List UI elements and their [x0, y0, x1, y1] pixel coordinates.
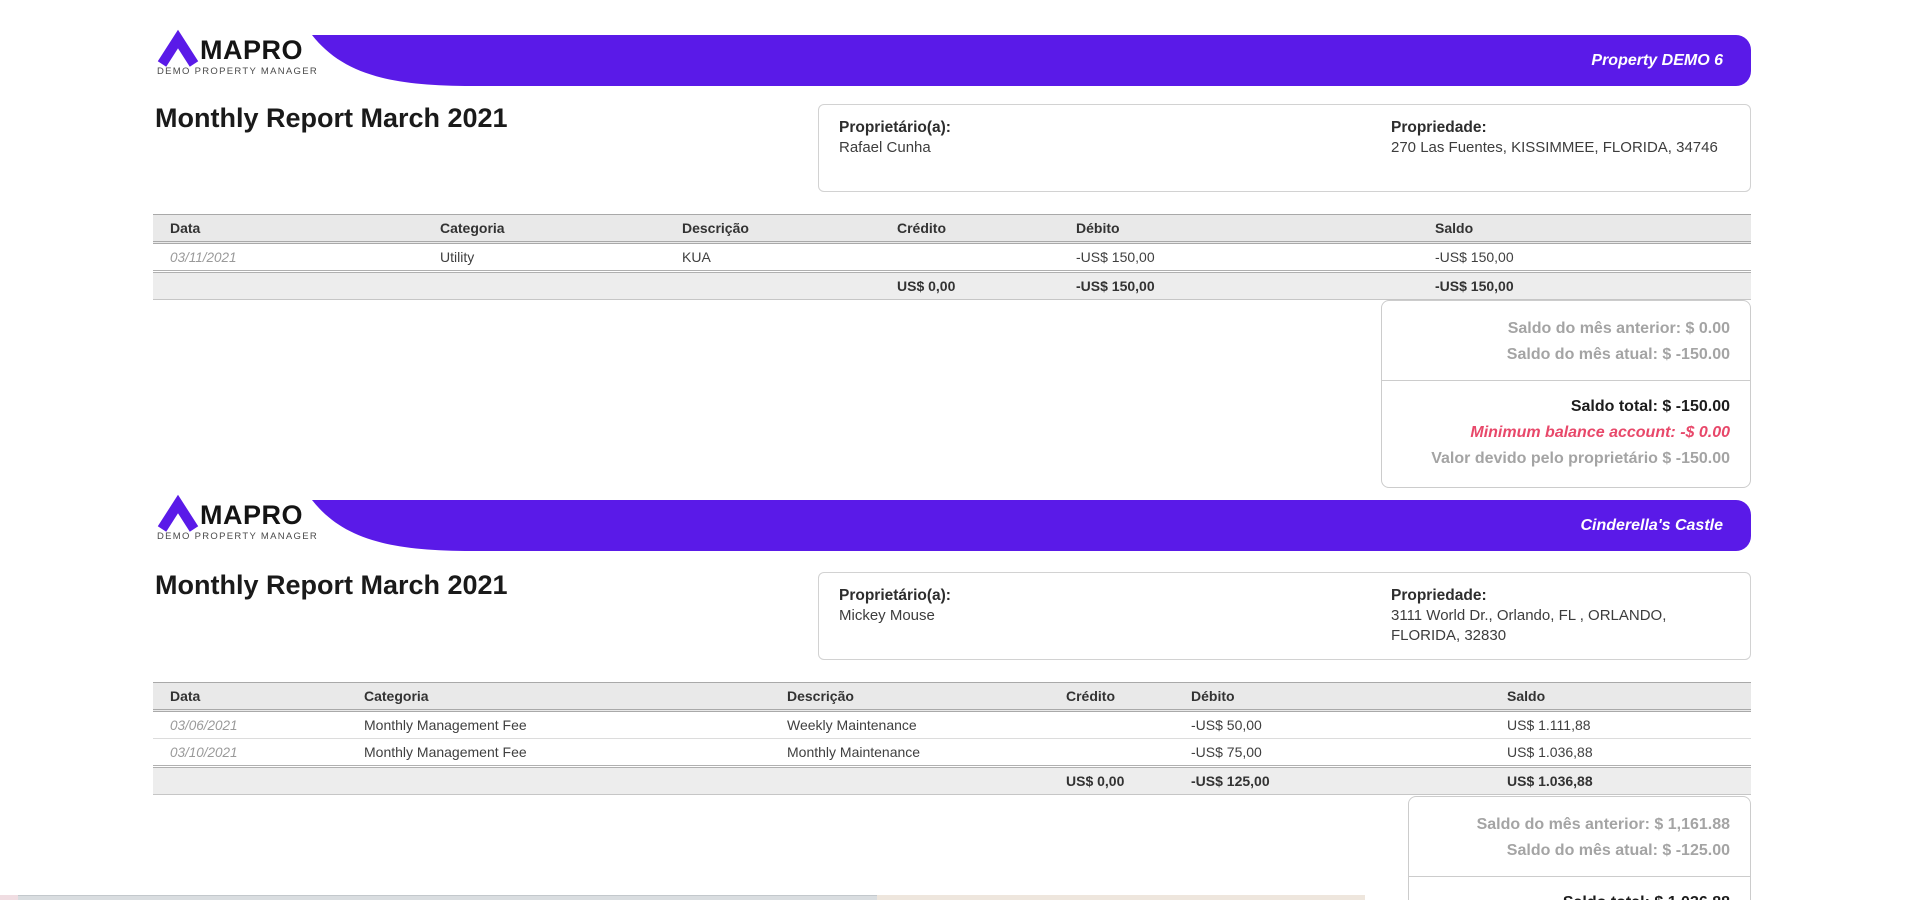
total-debit: -US$ 125,00 [1174, 767, 1490, 795]
owner-info: Proprietário(a): Mickey Mouse [839, 586, 1259, 626]
cell-date: 03/06/2021 [153, 711, 347, 739]
table-totals-row: US$ 0,00 -US$ 125,00 US$ 1.036,88 [153, 767, 1751, 795]
col-header-data: Data [153, 215, 423, 243]
table-row: 03/06/2021 Monthly Management Fee Weekly… [153, 711, 1751, 739]
logo-row: MAPRO [157, 498, 317, 530]
owner-name: Rafael Cunha [839, 138, 1259, 158]
total-empty [665, 272, 880, 300]
logo-tagline: DEMO PROPERTY MANAGER [157, 66, 317, 77]
table-totals-row: US$ 0,00 -US$ 150,00 -US$ 150,00 [153, 272, 1751, 300]
report-title: Monthly Report March 2021 [155, 570, 508, 601]
cell-debit: -US$ 150,00 [1059, 243, 1418, 272]
owner-property-box: Proprietário(a): Rafael Cunha Propriedad… [818, 104, 1751, 192]
logo-name: MAPRO [200, 500, 303, 530]
previous-balance-line: Saldo do mês anterior: $ 1,161.88 [1429, 812, 1730, 838]
banner-property-name: Property DEMO 6 [312, 35, 1751, 86]
col-header-saldo: Saldo [1490, 683, 1751, 711]
table-header-row: Data Categoria Descrição Crédito Débito … [153, 215, 1751, 243]
minimum-balance-line: Minimum balance account: -$ 0.00 [1402, 420, 1730, 446]
cell-debit: -US$ 75,00 [1174, 739, 1490, 767]
cell-description: KUA [665, 243, 880, 272]
total-empty [153, 767, 347, 795]
cell-date: 03/10/2021 [153, 739, 347, 767]
col-header-descricao: Descrição [665, 215, 880, 243]
bottom-edge-strip [877, 895, 1365, 900]
property-banner: Property DEMO 6 [312, 35, 1751, 86]
banner-property-name: Cinderella's Castle [312, 500, 1751, 551]
mapro-chevron-icon [157, 33, 199, 65]
cell-balance: US$ 1.111,88 [1490, 711, 1751, 739]
mapro-chevron-icon [157, 498, 199, 530]
total-credit: US$ 0,00 [880, 272, 1059, 300]
cell-category: Monthly Management Fee [347, 739, 770, 767]
property-label: Propriedade: [1391, 118, 1736, 138]
col-header-descricao: Descrição [770, 683, 1049, 711]
total-balance: -US$ 150,00 [1418, 272, 1751, 300]
summary-total-section: Saldo total: $ 1,036.88 [1409, 877, 1750, 900]
total-balance: US$ 1.036,88 [1490, 767, 1751, 795]
cell-category: Monthly Management Fee [347, 711, 770, 739]
previous-balance-line: Saldo do mês anterior: $ 0.00 [1402, 316, 1730, 342]
amount-owed-line: Valor devido pelo proprietário $ -150.00 [1402, 446, 1730, 472]
report-page: MAPRO DEMO PROPERTY MANAGER Property DEM… [0, 0, 1920, 900]
cell-credit [880, 243, 1059, 272]
owner-label: Proprietário(a): [839, 118, 1259, 138]
logo-tagline: DEMO PROPERTY MANAGER [157, 531, 317, 542]
transactions-table: Data Categoria Descrição Crédito Débito … [153, 682, 1751, 795]
logo-name: MAPRO [200, 35, 303, 65]
current-balance-line: Saldo do mês atual: $ -150.00 [1402, 342, 1730, 368]
col-header-credito: Crédito [880, 215, 1059, 243]
owner-property-box: Proprietário(a): Mickey Mouse Propriedad… [818, 572, 1751, 660]
property-info: Propriedade: 270 Las Fuentes, KISSIMMEE,… [1391, 118, 1736, 158]
property-address: 3111 World Dr., Orlando, FL , ORLANDO, F… [1391, 606, 1736, 646]
cell-category: Utility [423, 243, 665, 272]
bottom-edge-strip [0, 895, 18, 900]
logo-row: MAPRO [157, 33, 317, 65]
total-debit: -US$ 150,00 [1059, 272, 1418, 300]
col-header-credito: Crédito [1049, 683, 1174, 711]
col-header-debito: Débito [1059, 215, 1418, 243]
total-empty [770, 767, 1049, 795]
owner-info: Proprietário(a): Rafael Cunha [839, 118, 1259, 158]
table-row: 03/11/2021 Utility KUA -US$ 150,00 -US$ … [153, 243, 1751, 272]
summary-month-section: Saldo do mês anterior: $ 0.00 Saldo do m… [1382, 301, 1750, 381]
cell-credit [1049, 711, 1174, 739]
property-label: Propriedade: [1391, 586, 1736, 606]
balance-summary-box: Saldo do mês anterior: $ 1,161.88 Saldo … [1408, 796, 1751, 900]
total-empty [347, 767, 770, 795]
col-header-categoria: Categoria [347, 683, 770, 711]
cell-description: Weekly Maintenance [770, 711, 1049, 739]
current-balance-line: Saldo do mês atual: $ -125.00 [1429, 838, 1730, 864]
total-empty [423, 272, 665, 300]
summary-total-section: Saldo total: $ -150.00 Minimum balance a… [1382, 381, 1750, 487]
total-credit: US$ 0,00 [1049, 767, 1174, 795]
cell-balance: -US$ 150,00 [1418, 243, 1751, 272]
balance-summary-box: Saldo do mês anterior: $ 0.00 Saldo do m… [1381, 300, 1751, 488]
table-header-row: Data Categoria Descrição Crédito Débito … [153, 683, 1751, 711]
owner-label: Proprietário(a): [839, 586, 1259, 606]
property-info: Propriedade: 3111 World Dr., Orlando, FL… [1391, 586, 1736, 646]
bottom-edge-strip [18, 895, 877, 900]
cell-description: Monthly Maintenance [770, 739, 1049, 767]
mapro-logo: MAPRO DEMO PROPERTY MANAGER [157, 498, 317, 542]
total-balance-line: Saldo total: $ -150.00 [1402, 394, 1730, 420]
col-header-categoria: Categoria [423, 215, 665, 243]
col-header-debito: Débito [1174, 683, 1490, 711]
cell-date: 03/11/2021 [153, 243, 423, 272]
transactions-table: Data Categoria Descrição Crédito Débito … [153, 214, 1751, 300]
col-header-saldo: Saldo [1418, 215, 1751, 243]
col-header-data: Data [153, 683, 347, 711]
table-row: 03/10/2021 Monthly Management Fee Monthl… [153, 739, 1751, 767]
owner-name: Mickey Mouse [839, 606, 1259, 626]
total-empty [153, 272, 423, 300]
cell-debit: -US$ 50,00 [1174, 711, 1490, 739]
total-balance-line: Saldo total: $ 1,036.88 [1429, 890, 1730, 900]
report-title: Monthly Report March 2021 [155, 103, 508, 134]
mapro-logo: MAPRO DEMO PROPERTY MANAGER [157, 33, 317, 77]
property-address: 270 Las Fuentes, KISSIMMEE, FLORIDA, 347… [1391, 138, 1736, 158]
property-banner: Cinderella's Castle [312, 500, 1751, 551]
cell-balance: US$ 1.036,88 [1490, 739, 1751, 767]
cell-credit [1049, 739, 1174, 767]
summary-month-section: Saldo do mês anterior: $ 1,161.88 Saldo … [1409, 797, 1750, 877]
